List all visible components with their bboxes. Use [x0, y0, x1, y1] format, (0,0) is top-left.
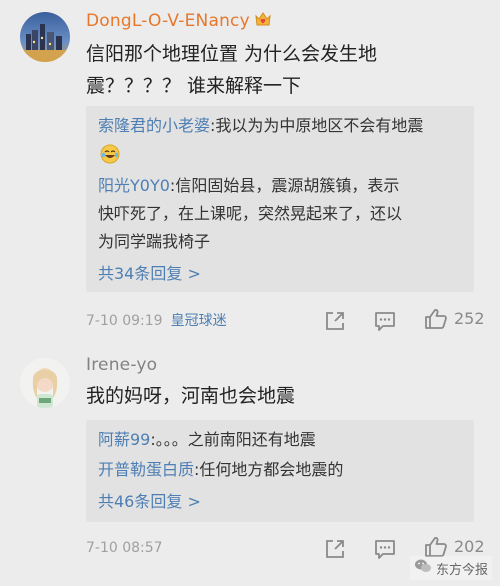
like-count: 252 [454, 309, 485, 328]
reply-text: :信阳固始县，震源胡簇镇，表示 [169, 176, 400, 195]
watermark-text: 东方今报 [435, 562, 488, 578]
reply-username[interactable]: 开普勒蛋白质 [98, 460, 194, 479]
comment-button[interactable] [374, 536, 396, 562]
more-replies-link[interactable]: 共46条回复 > [98, 490, 201, 514]
comment-text: 信阳那个地理位置 为什么会发生地 震？？？？ 谁来解释一下 [86, 38, 377, 102]
reply-text: 为同学踹我椅子 [98, 232, 211, 251]
reply-text: :我以为为中原地区不会有地震 [210, 116, 424, 135]
avatar[interactable] [20, 358, 70, 408]
comment-meta: 7-10 08:57 [86, 538, 163, 558]
comment-text-line: 信阳那个地理位置 为什么会发生地 [86, 43, 378, 65]
comment-username[interactable]: DongL-O-V-ENancy [86, 10, 272, 32]
reply-username[interactable]: 索隆君的小老婆 [98, 116, 210, 135]
comment-card: Irene-yo 我的妈呀，河南也会地震 阿薪99:。。。之前南阳还有地震 开普… [0, 340, 500, 586]
comment-text: 我的妈呀，河南也会地震 [86, 380, 295, 412]
share-button[interactable] [324, 308, 346, 334]
reply-text: :任何地方都会地震的 [194, 460, 344, 479]
like-count: 202 [454, 537, 485, 556]
username-text[interactable]: DongL-O-V-ENancy [86, 11, 250, 31]
thumbs-up-icon [424, 307, 448, 331]
comment-meta: 7-10 09:19 皇冠球迷 [86, 311, 227, 331]
reply-text-continuation: 为同学踹我椅子 [98, 228, 210, 256]
wechat-icon [414, 558, 432, 578]
more-replies-link[interactable]: 共34条回复 > [98, 262, 201, 286]
comment-source[interactable]: 皇冠球迷 [171, 313, 227, 329]
comment-button[interactable] [374, 308, 396, 334]
crown-heart-badge-icon [254, 10, 272, 28]
share-icon [324, 310, 346, 332]
share-button[interactable] [324, 536, 346, 562]
reply-item[interactable]: 阿薪99:。。。之前南阳还有地震 [98, 426, 316, 454]
comment-text-line: 我的妈呀，河南也会地震 [86, 385, 296, 407]
reply-item[interactable]: 索隆君的小老婆:我以为为中原地区不会有地震 [98, 112, 423, 140]
share-icon [324, 538, 346, 560]
reply-text-continuation: 快吓死了，在上课呢，突然晃起来了，还以 [98, 200, 402, 228]
reply-text: :。。。之前南阳还有地震 [150, 430, 316, 449]
laughing-crying-emoji-icon [100, 144, 120, 168]
reply-username[interactable]: 阳光Y0Y0 [98, 176, 170, 195]
comment-username[interactable]: Irene-yo [86, 354, 157, 376]
watermark: 东方今报 [409, 556, 492, 580]
reply-box: 索隆君的小老婆:我以为为中原地区不会有地震 阳光Y0Y0:信阳固始县，震源胡簇镇… [86, 106, 474, 292]
comment-icon [374, 310, 396, 332]
comment-icon [374, 538, 396, 560]
like-button[interactable]: 252 [424, 306, 485, 332]
comment-time: 7-10 08:57 [86, 540, 163, 556]
comment-text-line: 震？？？？ 谁来解释一下 [86, 75, 302, 97]
reply-box: 阿薪99:。。。之前南阳还有地震 开普勒蛋白质:任何地方都会地震的 共46条回复… [86, 420, 474, 522]
avatar[interactable] [20, 12, 70, 62]
reply-item[interactable]: 开普勒蛋白质:任何地方都会地震的 [98, 456, 343, 484]
reply-username[interactable]: 阿薪99 [98, 430, 150, 449]
comment-time: 7-10 09:19 [86, 313, 163, 329]
reply-item[interactable]: 阳光Y0Y0:信阳固始县，震源胡簇镇，表示 [98, 172, 399, 200]
comment-card: DongL-O-V-ENancy 信阳那个地理位置 为什么会发生地 震？？？？ … [0, 0, 500, 340]
reply-text: 快吓死了，在上课呢，突然晃起来了，还以 [98, 204, 403, 223]
